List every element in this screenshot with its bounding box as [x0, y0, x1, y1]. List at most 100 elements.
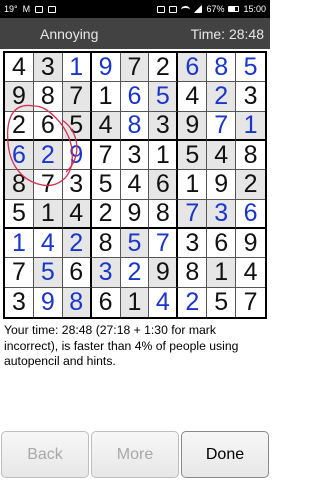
photo-notification-icon: [35, 5, 44, 13]
sudoku-cell-r1-c8[interactable]: 8: [207, 53, 237, 83]
sudoku-cell-r8-c7[interactable]: 8: [178, 258, 208, 288]
sudoku-cell-r4-c1[interactable]: 6: [5, 141, 34, 171]
sudoku-cell-r9-c4[interactable]: 6: [92, 287, 121, 317]
sudoku-cell-r7-c7[interactable]: 3: [178, 229, 208, 259]
sudoku-cell-r2-c9[interactable]: 3: [236, 82, 265, 112]
sudoku-cell-r3-c6[interactable]: 3: [149, 111, 179, 141]
sudoku-cell-r8-c9[interactable]: 4: [236, 258, 265, 288]
sudoku-cell-r4-c8[interactable]: 4: [207, 141, 237, 171]
sudoku-cell-r1-c7[interactable]: 6: [178, 53, 208, 83]
sudoku-grid[interactable]: 4319726859871654232654839716297315488735…: [3, 51, 267, 319]
sudoku-cell-r4-c5[interactable]: 3: [120, 141, 150, 171]
sudoku-cell-r7-c6[interactable]: 7: [149, 229, 179, 259]
sudoku-cell-r7-c1[interactable]: 1: [5, 229, 34, 259]
sudoku-cell-r6-c3[interactable]: 4: [62, 199, 92, 229]
sudoku-cell-r6-c2[interactable]: 1: [33, 199, 63, 229]
sudoku-cell-r5-c2[interactable]: 7: [33, 170, 63, 200]
sudoku-cell-r5-c3[interactable]: 3: [62, 170, 92, 200]
sudoku-cell-r6-c9[interactable]: 6: [236, 200, 265, 229]
sudoku-cell-r5-c1[interactable]: 8: [5, 170, 34, 200]
temperature-indicator: 19°: [4, 4, 18, 14]
sudoku-cell-r4-c4[interactable]: 7: [91, 141, 121, 171]
status-bar: 19° M 67% 15:00: [0, 0, 270, 18]
sudoku-cell-r6-c5[interactable]: 9: [120, 199, 150, 229]
sudoku-cell-r3-c2[interactable]: 6: [33, 111, 63, 141]
sudoku-cell-r9-c2[interactable]: 9: [34, 287, 63, 317]
sudoku-cell-r1-c6[interactable]: 2: [149, 53, 179, 83]
sudoku-cell-r9-c8[interactable]: 5: [207, 287, 237, 317]
sudoku-cell-r3-c8[interactable]: 7: [207, 111, 237, 141]
sudoku-cell-r9-c3[interactable]: 8: [62, 287, 92, 317]
sudoku-cell-r6-c8[interactable]: 3: [207, 199, 237, 229]
battery-icon: [228, 6, 240, 12]
result-message: Your time: 28:48 (27:18 + 1:30 for mark …: [4, 323, 239, 368]
sudoku-cell-r8-c2[interactable]: 5: [33, 258, 63, 288]
sudoku-cell-r7-c8[interactable]: 6: [207, 229, 237, 259]
sudoku-cell-r1-c1[interactable]: 4: [5, 53, 34, 83]
sudoku-cell-r3-c5[interactable]: 8: [120, 111, 150, 141]
sudoku-cell-r8-c1[interactable]: 7: [5, 258, 34, 288]
sudoku-cell-r2-c6[interactable]: 5: [149, 82, 179, 112]
back-button[interactable]: Back: [1, 431, 89, 478]
sudoku-cell-r1-c5[interactable]: 7: [120, 53, 150, 83]
sudoku-cell-r2-c2[interactable]: 8: [33, 82, 63, 112]
sudoku-cell-r4-c2[interactable]: 2: [33, 141, 63, 171]
sudoku-cell-r2-c7[interactable]: 4: [178, 82, 208, 112]
sudoku-cell-r3-c3[interactable]: 5: [62, 111, 92, 141]
button-row: Back More Done: [0, 431, 270, 478]
sudoku-cell-r9-c7[interactable]: 2: [178, 287, 208, 317]
sudoku-cell-r4-c6[interactable]: 1: [149, 141, 179, 171]
wifi-icon: [181, 5, 191, 13]
sudoku-cell-r1-c4[interactable]: 9: [91, 53, 121, 83]
sudoku-cell-r3-c7[interactable]: 9: [178, 111, 208, 141]
timer-label: Time: 28:48: [190, 25, 264, 42]
clock: 15:00: [243, 4, 266, 14]
sudoku-cell-r8-c4[interactable]: 3: [91, 258, 121, 288]
cell-signal-icon: [194, 5, 203, 13]
sudoku-cell-r2-c8[interactable]: 2: [207, 82, 237, 112]
sudoku-cell-r9-c9[interactable]: 7: [236, 288, 265, 317]
sudoku-cell-r5-c8[interactable]: 9: [207, 170, 237, 200]
sudoku-cell-r9-c1[interactable]: 3: [5, 287, 34, 317]
sudoku-cell-r7-c5[interactable]: 5: [120, 229, 150, 259]
sudoku-cell-r4-c9[interactable]: 8: [236, 141, 265, 171]
sudoku-cell-r9-c6[interactable]: 4: [149, 287, 179, 317]
sudoku-cell-r8-c6[interactable]: 9: [149, 258, 179, 288]
sudoku-cell-r5-c9[interactable]: 2: [236, 170, 265, 200]
nfc-icon: [157, 5, 166, 13]
sudoku-cell-r1-c3[interactable]: 1: [62, 53, 92, 83]
sudoku-cell-r2-c5[interactable]: 6: [120, 82, 150, 112]
sudoku-cell-r5-c5[interactable]: 4: [120, 170, 150, 200]
title-bar: Annoying Time: 28:48: [0, 18, 270, 49]
gmail-indicator: M: [22, 4, 31, 14]
sudoku-cell-r9-c5[interactable]: 1: [120, 287, 150, 317]
more-button[interactable]: More: [91, 431, 179, 478]
sudoku-cell-r4-c3[interactable]: 9: [62, 141, 92, 171]
sudoku-cell-r3-c9[interactable]: 1: [236, 111, 265, 141]
sudoku-cell-r5-c7[interactable]: 1: [178, 170, 208, 200]
sudoku-cell-r4-c7[interactable]: 5: [178, 141, 208, 171]
sudoku-cell-r6-c7[interactable]: 7: [178, 199, 208, 229]
sudoku-cell-r6-c1[interactable]: 5: [5, 199, 34, 229]
sudoku-cell-r7-c2[interactable]: 4: [33, 229, 63, 259]
sudoku-cell-r7-c9[interactable]: 9: [236, 229, 265, 259]
sudoku-cell-r7-c3[interactable]: 2: [62, 229, 92, 259]
sudoku-cell-r2-c3[interactable]: 7: [62, 82, 92, 112]
sudoku-cell-r8-c5[interactable]: 2: [120, 258, 150, 288]
sudoku-cell-r3-c4[interactable]: 4: [91, 111, 121, 141]
sudoku-cell-r1-c9[interactable]: 5: [236, 53, 265, 83]
sudoku-cell-r6-c6[interactable]: 8: [149, 199, 179, 229]
sudoku-cell-r5-c4[interactable]: 5: [91, 170, 121, 200]
sudoku-cell-r5-c6[interactable]: 6: [149, 170, 179, 200]
sudoku-cell-r1-c2[interactable]: 3: [33, 53, 63, 83]
sudoku-cell-r2-c1[interactable]: 9: [5, 82, 34, 112]
sudoku-cell-r3-c1[interactable]: 2: [5, 111, 34, 141]
sudoku-cell-r8-c3[interactable]: 6: [62, 258, 92, 288]
difficulty-label: Annoying: [40, 25, 99, 42]
sudoku-cell-r8-c8[interactable]: 1: [207, 258, 237, 288]
sudoku-cell-r6-c4[interactable]: 2: [91, 199, 121, 229]
battery-percent: 67%: [206, 4, 225, 14]
done-button[interactable]: Done: [181, 431, 269, 478]
sudoku-cell-r7-c4[interactable]: 8: [91, 229, 121, 259]
sudoku-cell-r2-c4[interactable]: 1: [91, 82, 121, 112]
